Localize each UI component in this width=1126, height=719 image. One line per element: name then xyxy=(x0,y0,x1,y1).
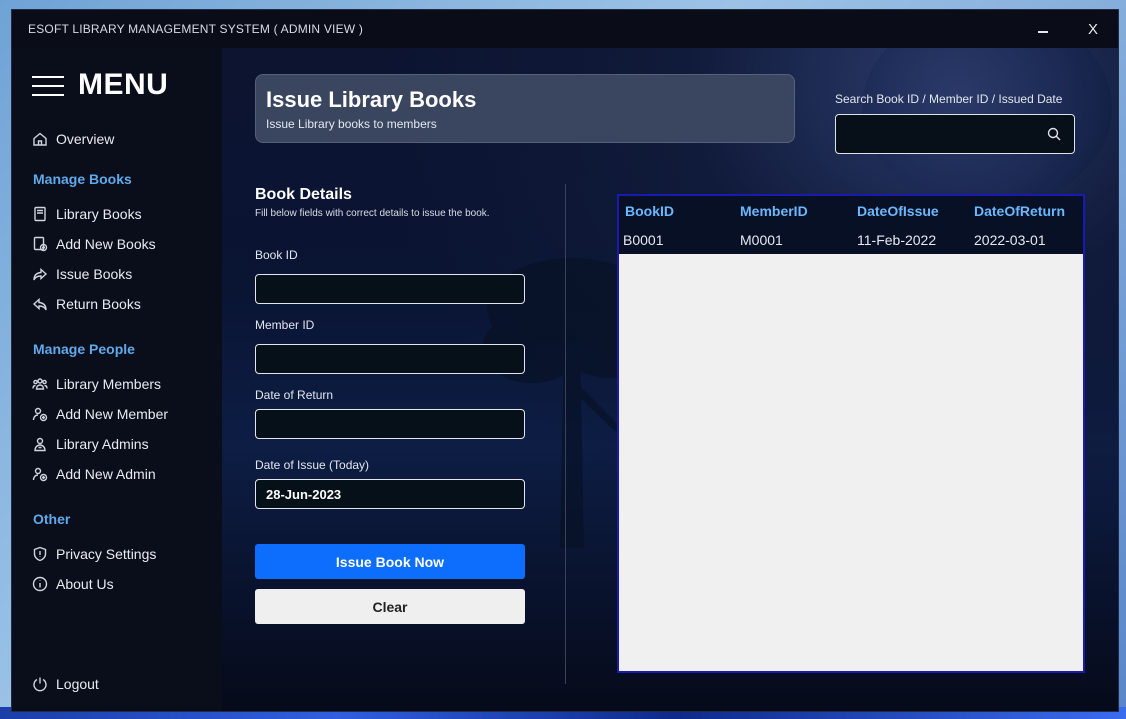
sidebar-item-label: Library Members xyxy=(56,376,162,392)
issue-date-input[interactable] xyxy=(256,480,524,508)
sidebar-item-issue-books[interactable]: Issue Books xyxy=(32,263,132,285)
hamburger-menu-icon[interactable] xyxy=(32,74,64,96)
page-header: Issue Library Books Issue Library books … xyxy=(255,74,795,143)
close-button[interactable]: X xyxy=(1070,10,1116,48)
app-window: ESOFT LIBRARY MANAGEMENT SYSTEM ( ADMIN … xyxy=(12,10,1118,711)
table-header: BookID MemberID DateOfIssue DateOfReturn xyxy=(619,196,1083,226)
table-cell: 2022-03-01 xyxy=(974,232,1046,248)
sidebar-item-label: Library Admins xyxy=(56,436,149,452)
page-subtitle: Issue Library books to members xyxy=(266,117,437,131)
issue-book-button[interactable]: Issue Book Now xyxy=(255,544,525,579)
search-label: Search Book ID / Member ID / Issued Date xyxy=(835,92,1063,106)
sidebar: MENU Overview Manage Books Library Books… xyxy=(12,48,222,711)
reply-arrow-icon xyxy=(32,296,48,312)
sidebar-item-label: About Us xyxy=(56,576,114,592)
book-id-input[interactable] xyxy=(256,275,524,303)
sidebar-item-library-members[interactable]: Library Members xyxy=(32,373,161,395)
group-icon xyxy=(32,376,48,392)
sidebar-item-add-new-member[interactable]: Add New Member xyxy=(32,403,168,425)
column-header-bookid[interactable]: BookID xyxy=(619,203,736,219)
sidebar-item-add-new-books[interactable]: Add New Books xyxy=(32,233,156,255)
page-title: Issue Library Books xyxy=(266,87,477,112)
forward-arrow-icon xyxy=(32,266,48,282)
minimize-icon xyxy=(1038,31,1048,33)
member-id-input[interactable] xyxy=(256,345,524,373)
sidebar-item-label: Add New Member xyxy=(56,406,169,422)
search-icon[interactable] xyxy=(1046,126,1062,142)
add-admin-icon xyxy=(32,466,48,482)
sidebar-item-library-admins[interactable]: Library Admins xyxy=(32,433,149,455)
power-icon xyxy=(32,676,48,692)
book-icon xyxy=(32,206,48,222)
sidebar-item-about-us[interactable]: About Us xyxy=(32,573,114,595)
sidebar-item-label: Return Books xyxy=(56,296,141,312)
return-date-input[interactable] xyxy=(256,410,524,438)
return-date-label: Date of Return xyxy=(255,388,334,402)
search-field[interactable] xyxy=(835,114,1075,154)
shield-icon xyxy=(32,546,48,562)
minimize-button[interactable] xyxy=(1020,10,1066,48)
section-title-manage-people: Manage People xyxy=(33,341,135,357)
sidebar-item-label: Library Books xyxy=(56,206,142,222)
admin-user-icon xyxy=(32,436,48,452)
table-cell: M0001 xyxy=(740,232,783,248)
search-input[interactable] xyxy=(836,115,1036,153)
main-content: Issue Library Books Issue Library books … xyxy=(222,48,1118,711)
form-subtitle: Fill below fields with correct details t… xyxy=(255,208,490,219)
add-book-icon xyxy=(32,236,48,252)
sidebar-item-add-new-admin[interactable]: Add New Admin xyxy=(32,463,156,485)
return-date-field[interactable] xyxy=(255,409,525,439)
issued-books-table[interactable]: BookID MemberID DateOfIssue DateOfReturn… xyxy=(617,194,1085,673)
table-row[interactable]: B0001 M0001 11-Feb-2022 2022-03-01 xyxy=(619,226,1083,254)
section-title-manage-books: Manage Books xyxy=(33,171,132,187)
sidebar-item-label: Add New Admin xyxy=(56,466,156,482)
sidebar-item-return-books[interactable]: Return Books xyxy=(32,293,141,315)
add-user-icon xyxy=(32,406,48,422)
issue-date-field[interactable] xyxy=(255,479,525,509)
table-cell: B0001 xyxy=(623,232,664,248)
sidebar-item-label: Overview xyxy=(56,131,115,147)
sidebar-item-label: Issue Books xyxy=(56,266,133,282)
sidebar-item-label: Privacy Settings xyxy=(56,546,157,562)
table-cell: 11-Feb-2022 xyxy=(857,232,937,248)
column-header-dateofreturn[interactable]: DateOfReturn xyxy=(970,203,1083,219)
sidebar-item-privacy-settings[interactable]: Privacy Settings xyxy=(32,543,156,565)
member-id-field[interactable] xyxy=(255,344,525,374)
sidebar-item-overview[interactable]: Overview xyxy=(32,128,114,150)
logout-button[interactable]: Logout xyxy=(32,673,99,695)
book-id-label: Book ID xyxy=(255,248,298,262)
member-id-label: Member ID xyxy=(255,318,315,332)
divider xyxy=(565,184,566,684)
sidebar-item-label: Add New Books xyxy=(56,236,156,252)
book-id-field[interactable] xyxy=(255,274,525,304)
info-icon xyxy=(32,576,48,592)
form-title: Book Details xyxy=(255,186,352,203)
title-bar: ESOFT LIBRARY MANAGEMENT SYSTEM ( ADMIN … xyxy=(12,10,1118,48)
sidebar-item-library-books[interactable]: Library Books xyxy=(32,203,142,225)
menu-header: MENU xyxy=(32,68,168,102)
issue-date-label: Date of Issue (Today) xyxy=(255,458,370,472)
logout-label: Logout xyxy=(56,676,99,692)
section-title-other: Other xyxy=(33,511,71,527)
column-header-memberid[interactable]: MemberID xyxy=(736,203,853,219)
clear-button[interactable]: Clear xyxy=(255,589,525,624)
column-header-dateofissue[interactable]: DateOfIssue xyxy=(853,203,970,219)
home-icon xyxy=(32,131,48,147)
menu-title: MENU xyxy=(78,68,169,101)
window-title: ESOFT LIBRARY MANAGEMENT SYSTEM ( ADMIN … xyxy=(28,22,364,36)
